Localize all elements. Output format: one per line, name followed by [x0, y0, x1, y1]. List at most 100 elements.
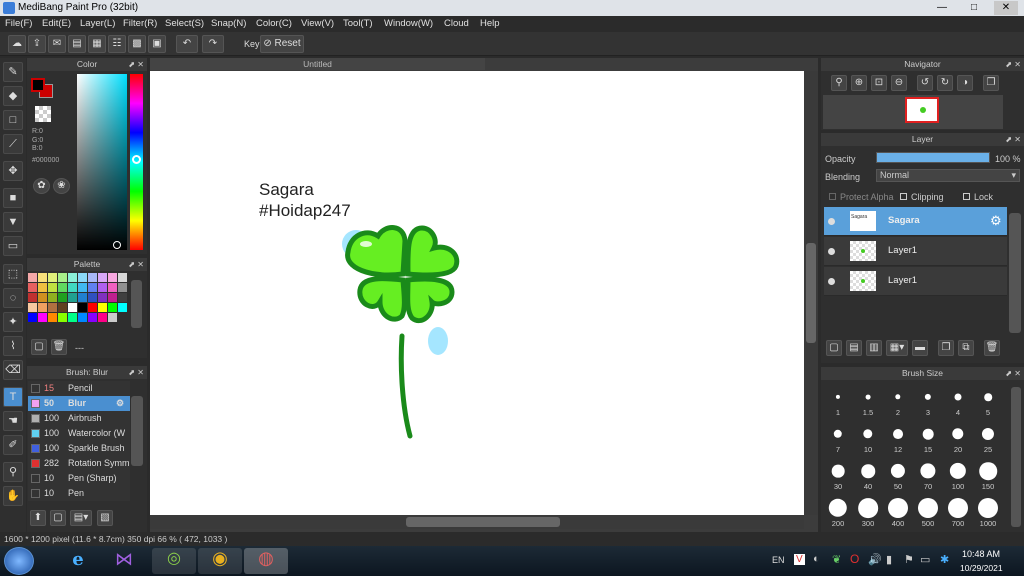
brush-item-watercolor[interactable]: 100 Watercolor (W	[28, 426, 130, 441]
brush-size-option[interactable]: 300	[853, 494, 883, 528]
brush-size-option[interactable]: 2	[883, 383, 913, 417]
brush-size-option[interactable]: 7	[823, 420, 853, 454]
message-icon[interactable]: ▤	[68, 35, 86, 53]
brush-size-option[interactable]: 12	[883, 420, 913, 454]
palette-swatch[interactable]	[58, 293, 67, 302]
menu-file[interactable]: File(F)	[5, 18, 32, 29]
palette-swatch[interactable]	[88, 273, 97, 282]
add-layer-menu-icon[interactable]: ▦▾	[886, 340, 908, 356]
palette-swatch[interactable]	[78, 313, 87, 322]
folder-icon[interactable]: ▬	[912, 340, 928, 356]
layer-list-scrollbar[interactable]	[1009, 213, 1021, 333]
palette-swatch[interactable]	[28, 313, 37, 322]
palette-swatch[interactable]	[118, 283, 127, 292]
brush-size-option[interactable]: 700	[943, 494, 973, 528]
palette-swatch[interactable]	[28, 273, 37, 282]
cloud-icon[interactable]: ☁	[8, 35, 26, 53]
navigator-preview[interactable]	[905, 97, 939, 123]
new-layer-icon[interactable]: ▢	[826, 340, 842, 356]
palette-swatch[interactable]	[68, 283, 77, 292]
menu-view[interactable]: View(V)	[301, 18, 334, 29]
brush-size-option[interactable]: 5	[973, 383, 1003, 417]
palette-swatch[interactable]	[78, 273, 87, 282]
start-button[interactable]	[4, 547, 34, 575]
bluetooth-icon[interactable]: ✱	[940, 553, 949, 566]
brush-size-option[interactable]: 3	[913, 383, 943, 417]
medibang-taskbar-icon[interactable]: ◍	[244, 548, 288, 574]
brush-item-pen-sharp[interactable]: 10 Pen (Sharp)	[28, 471, 130, 486]
palette-swatch[interactable]	[58, 303, 67, 312]
layer-item-layer1[interactable]: Layer1	[824, 267, 1007, 296]
delete-layer-icon[interactable]: 🗑	[984, 340, 1000, 356]
menu-cloud[interactable]: Cloud	[444, 18, 469, 29]
palette-swatch[interactable]	[88, 283, 97, 292]
eyedropper-tool-icon[interactable]: ⚲	[3, 462, 23, 482]
tray-leaf-icon[interactable]: ❦	[832, 553, 841, 566]
opacity-slider[interactable]	[876, 152, 990, 163]
maximize-button[interactable]: □	[962, 1, 986, 15]
operation-tool-icon[interactable]: ☚	[3, 411, 23, 431]
palette-swatch[interactable]	[28, 293, 37, 302]
network-icon[interactable]: ▮	[886, 553, 892, 566]
color-wheel-icon[interactable]: ✿	[33, 178, 50, 194]
palette-swatch[interactable]	[78, 283, 87, 292]
brush-size-scrollbar[interactable]	[1011, 387, 1021, 527]
new-halftone-layer-icon[interactable]: ▤	[846, 340, 862, 356]
vertical-scroll-thumb[interactable]	[806, 243, 816, 343]
hand-tool-icon[interactable]: ✋	[3, 486, 23, 506]
palette-swatch[interactable]	[118, 303, 127, 312]
brush-item-rotation-symmetry[interactable]: 282 Rotation Symm	[28, 456, 130, 471]
palette-swatch[interactable]	[68, 303, 77, 312]
brush-gear-icon[interactable]: ⚙	[116, 396, 124, 411]
undo-icon[interactable]: ↶	[176, 35, 198, 53]
palette-swatch[interactable]	[78, 293, 87, 302]
brush-size-option[interactable]: 10	[853, 420, 883, 454]
menu-tool[interactable]: Tool(T)	[343, 18, 373, 29]
brush-size-option[interactable]: 25	[973, 420, 1003, 454]
delete-palette-icon[interactable]: 🗑	[51, 339, 67, 355]
hue-slider-handle[interactable]	[132, 155, 141, 164]
document-tab[interactable]: Untitled	[150, 58, 485, 70]
palette-scrollbar[interactable]	[131, 280, 142, 328]
fill-rect-tool-icon[interactable]: ■	[3, 188, 23, 208]
magic-wand-tool-icon[interactable]: ✦	[3, 312, 23, 332]
brush-tool-icon[interactable]: ✎	[3, 62, 23, 82]
palette-swatch[interactable]	[48, 293, 57, 302]
menu-color[interactable]: Color(C)	[256, 18, 292, 29]
menu-edit[interactable]: Edit(E)	[42, 18, 71, 29]
brush-size-option[interactable]: 500	[913, 494, 943, 528]
brush-list-scrollbar[interactable]	[131, 396, 143, 466]
new-brush-icon[interactable]: ▢	[50, 510, 66, 526]
comment-icon[interactable]: ✉	[48, 35, 66, 53]
share-icon[interactable]: ⇪	[28, 35, 46, 53]
palette-swatch[interactable]	[98, 303, 107, 312]
palette-swatch[interactable]	[38, 293, 47, 302]
saturation-value-picker[interactable]	[77, 74, 127, 250]
brush-size-option[interactable]: 1	[823, 383, 853, 417]
panel-expand-icon[interactable]: ⬈ ✕	[1005, 133, 1021, 146]
palette-swatch[interactable]	[108, 303, 117, 312]
rotate-left-icon[interactable]: ↺	[917, 75, 933, 91]
clipping-checkbox[interactable]	[900, 193, 907, 200]
palette-swatch[interactable]	[58, 273, 67, 282]
panel-expand-icon[interactable]: ⬈ ✕	[128, 366, 144, 379]
layer-item-sagara[interactable]: Sagara Sagara ⚙	[824, 207, 1007, 236]
brush-settings-icon[interactable]: ▧	[97, 510, 113, 526]
visibility-icon[interactable]	[828, 278, 835, 285]
tray-app-icon[interactable]: ◐	[813, 553, 820, 565]
brush-size-option[interactable]: 1000	[973, 494, 1003, 528]
brush-size-option[interactable]: 30	[823, 457, 853, 491]
flag-icon[interactable]: ⚑	[904, 553, 914, 566]
visibility-icon[interactable]	[828, 248, 835, 255]
tray-v-icon[interactable]: V	[794, 554, 805, 565]
palette-swatch[interactable]	[98, 283, 107, 292]
nav-search-icon[interactable]: ⚲	[831, 75, 847, 91]
add-brush-icon[interactable]: ⬆	[30, 510, 46, 526]
palette-swatch[interactable]	[118, 293, 127, 302]
brush-item-pen[interactable]: 10 Pen	[28, 486, 130, 501]
fit-icon[interactable]: ⊡	[871, 75, 887, 91]
redo-icon[interactable]: ↷	[202, 35, 224, 53]
brush-size-option[interactable]: 20	[943, 420, 973, 454]
reset-button[interactable]: ⊘ Reset	[260, 35, 304, 53]
divide-tool-icon[interactable]: ✐	[3, 435, 23, 455]
